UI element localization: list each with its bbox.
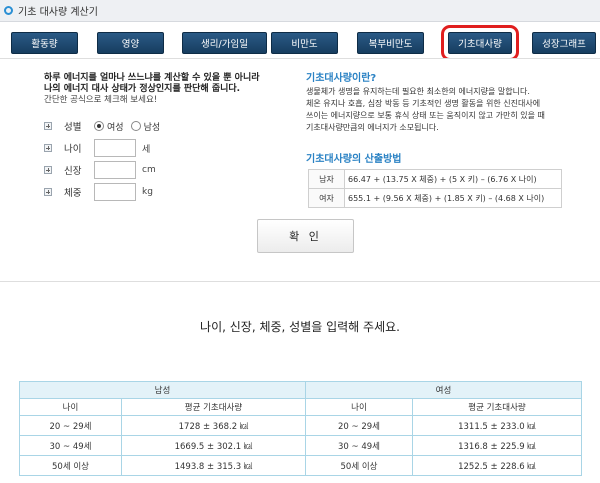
calculator-panel: 하루 에너지를 얼마나 쓰느냐를 계산할 수 있을 뿐 아니라 나의 에너지 대… — [0, 58, 600, 282]
table-row: 20 ~ 29세 1728 ± 368.2 ㎉ 20 ~ 29세 1311.5 … — [19, 415, 582, 436]
plus-icon — [44, 144, 52, 152]
age-column-header: 나이 — [19, 398, 122, 416]
female-age-cell: 50세 이상 — [305, 455, 413, 476]
tab-growth-chart[interactable]: 성장그래프 — [532, 32, 596, 54]
age-column-header: 나이 — [305, 398, 413, 416]
result-prompt: 나이, 신장, 체중, 성별을 입력해 주세요. — [200, 320, 400, 334]
female-header: 여성 — [305, 381, 582, 399]
formula-gender: 남자 — [308, 169, 345, 189]
age-row: 나이 세 — [44, 139, 150, 157]
tab-bmi[interactable]: 비만도 — [271, 32, 338, 54]
plus-icon — [44, 188, 52, 196]
definition-title: 기초대사량이란? — [306, 73, 377, 84]
formula-gender: 여자 — [308, 188, 345, 208]
male-age-cell: 20 ~ 29세 — [19, 415, 122, 436]
male-avg-cell: 1728 ± 368.2 ㎉ — [121, 415, 306, 436]
tab-abdominal[interactable]: 복부비만도 — [357, 32, 424, 54]
height-input[interactable] — [94, 161, 136, 179]
tab-bmr[interactable]: 기초대사량 — [441, 25, 519, 61]
title-bar: 기초 대사량 계산기 — [0, 0, 600, 22]
weight-row: 체중 kg — [44, 183, 153, 201]
intro-line-1: 하루 에너지를 얼마나 쓰느냐를 계산할 수 있을 뿐 아니라 — [44, 73, 260, 83]
average-bmr-table: 남성 여성 나이 평균 기초대사량 나이 평균 기초대사량 20 ~ 29세 1… — [19, 381, 582, 476]
formula-table: 남자 66.47 + (13.75 X 체중) + (5 X 키) – (6.7… — [308, 169, 562, 208]
female-avg-cell: 1252.5 ± 228.6 ㎉ — [412, 455, 582, 476]
weight-unit: kg — [142, 187, 153, 197]
age-unit: 세 — [142, 144, 151, 155]
tab-nutrition[interactable]: 영양 — [97, 32, 164, 54]
female-label: 여성 — [107, 122, 124, 133]
window-title: 기초 대사량 계산기 — [18, 7, 98, 18]
method-title: 기초대사량의 산출방법 — [306, 154, 402, 165]
formula-row-male: 남자 66.47 + (13.75 X 체중) + (5 X 키) – (6.7… — [308, 169, 562, 189]
female-radio[interactable] — [94, 121, 104, 131]
definition-line: 체온 유지나 호흡, 심장 박동 등 기초적인 생명 활동을 위한 신진대사에 — [306, 99, 541, 108]
female-age-cell: 30 ~ 49세 — [305, 435, 413, 456]
height-label: 신장 — [64, 166, 82, 177]
tab-menstrual[interactable]: 생리/가임일 — [182, 32, 267, 54]
male-avg-cell: 1669.5 ± 302.1 ㎉ — [121, 435, 306, 456]
intro-line-3: 간단한 공식으로 체크해 보세요! — [44, 95, 158, 105]
intro-text: 하루 에너지를 얼마나 쓰느냐를 계산할 수 있을 뿐 아니라 나의 에너지 대… — [44, 73, 294, 106]
definition-text: 생물체가 생명을 유지하는데 필요한 최소한의 에너지량을 말합니다. 체온 유… — [306, 86, 576, 134]
formula-row-female: 여자 655.1 + (9.56 X 체중) + (1.85 X 키) – (4… — [308, 188, 562, 208]
age-label: 나이 — [64, 144, 82, 155]
weight-label: 체중 — [64, 188, 82, 199]
table-row: 50세 이상 1493.8 ± 315.3 ㎉ 50세 이상 1252.5 ± … — [19, 455, 582, 476]
definition-line: 생물체가 생명을 유지하는데 필요한 최소한의 에너지량을 말합니다. — [306, 87, 530, 96]
male-age-cell: 30 ~ 49세 — [19, 435, 122, 456]
female-avg-cell: 1316.8 ± 225.9 ㎉ — [412, 435, 582, 456]
definition-line: 쓰이는 에너지량으로 보통 휴식 상태 또는 움직이지 않고 가만히 있을 때 — [306, 111, 545, 120]
intro-line-2: 나의 에너지 대사 상태가 정상인지를 판단해 줍니다. — [44, 84, 241, 94]
male-header: 남성 — [19, 381, 306, 399]
female-avg-cell: 1311.5 ± 233.0 ㎉ — [412, 415, 582, 436]
gender-label: 성별 — [64, 122, 82, 133]
male-radio[interactable] — [130, 121, 141, 131]
age-input[interactable] — [94, 139, 136, 157]
male-label: 남성 — [143, 122, 161, 133]
formula-text: 66.47 + (13.75 X 체중) + (5 X 키) – (6.76 X… — [344, 169, 562, 189]
plus-icon — [44, 122, 52, 130]
table-header-gender: 남성 여성 — [19, 381, 582, 399]
height-row: 신장 cm — [44, 161, 156, 179]
definition-line: 기초대사량만큼의 에너지가 소모됩니다. — [306, 123, 439, 132]
gender-row: 성별 여성 남성 — [44, 117, 167, 135]
height-unit: cm — [142, 165, 156, 175]
formula-text: 655.1 + (9.56 X 체중) + (1.85 X 키) – (4.68… — [344, 188, 562, 208]
table-header-cols: 나이 평균 기초대사량 나이 평균 기초대사량 — [19, 398, 582, 416]
tab-activity[interactable]: 활동량 — [11, 32, 78, 54]
weight-input[interactable] — [94, 183, 136, 201]
app-circle-icon — [4, 6, 13, 15]
avg-column-header: 평균 기초대사량 — [121, 398, 306, 416]
avg-column-header: 평균 기초대사량 — [412, 398, 582, 416]
table-row: 30 ~ 49세 1669.5 ± 302.1 ㎉ 30 ~ 49세 1316.… — [19, 435, 582, 456]
confirm-button[interactable]: 확 인 — [257, 219, 354, 253]
male-age-cell: 50세 이상 — [19, 455, 122, 476]
female-age-cell: 20 ~ 29세 — [305, 415, 413, 436]
plus-icon — [44, 166, 52, 174]
male-avg-cell: 1493.8 ± 315.3 ㎉ — [121, 455, 306, 476]
